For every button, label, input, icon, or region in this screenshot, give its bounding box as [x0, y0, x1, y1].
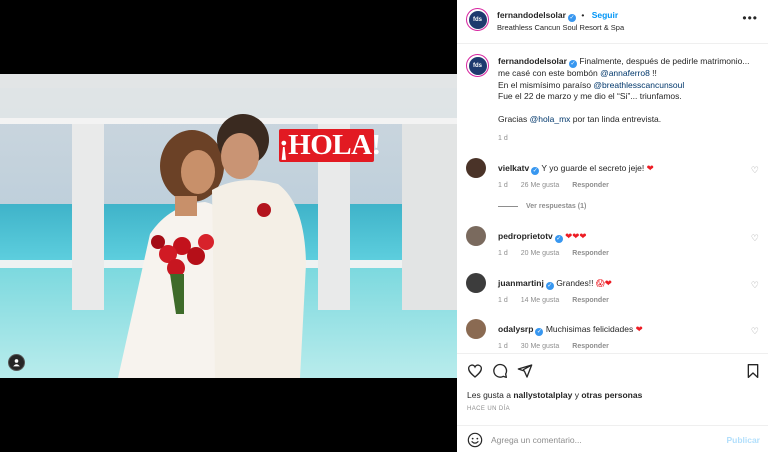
reply-button[interactable]: Responder: [572, 250, 609, 257]
reply-button[interactable]: Responder: [572, 182, 609, 189]
comment-input[interactable]: [491, 431, 711, 449]
comment-item: juanmartinj ✓ Grandes!! 😱❤ 1 d 14 Me gusta…: [466, 273, 761, 309]
commenter-username[interactable]: juanmartinj: [498, 278, 544, 288]
caption-time: 1 d: [498, 135, 508, 142]
comment-meta: 1 d 14 Me gusta Responder: [498, 297, 622, 304]
bookmark-icon[interactable]: [745, 363, 761, 379]
share-icon[interactable]: [517, 363, 533, 379]
publish-button[interactable]: Publicar: [726, 435, 760, 445]
comment-text: juanmartinj ✓ Grandes!! 😱❤: [498, 278, 612, 290]
author-avatar[interactable]: fds: [466, 8, 489, 31]
caption-line4: Gracias: [498, 114, 530, 124]
more-options-icon[interactable]: •••: [742, 11, 758, 25]
comment-item: odalysrp ✓ Muchisimas felicidades ❤ 1 d 30…: [466, 319, 761, 355]
author-avatar-image: fds: [468, 10, 487, 29]
post-actions: Les gusta a nallystotalplay y otras pers…: [457, 353, 768, 452]
caption-avatar[interactable]: fds: [466, 54, 489, 77]
caption-line1-end: !!: [649, 68, 657, 78]
comment-emoji: 😱❤: [595, 278, 612, 288]
verified-badge-icon: ✓: [567, 14, 576, 22]
person-icon: [13, 359, 20, 367]
comment-emoji: ❤❤❤: [565, 231, 587, 241]
commenter-avatar[interactable]: [466, 273, 486, 293]
comment-item: pedroprietotv ✓ ❤❤❤ 1 d 20 Me gusta Respond…: [466, 226, 761, 262]
user-tag-icon[interactable]: [8, 354, 25, 371]
author-username[interactable]: fernandodelsolar: [497, 10, 566, 20]
liker-username[interactable]: nallystotalplay: [513, 390, 572, 400]
verified-badge-icon: ✓: [554, 235, 563, 243]
commenter-username[interactable]: odalysrp: [498, 324, 533, 334]
likes-prefix: Les gusta a: [467, 390, 514, 400]
caption-text: fernandodelsolar ✓ Finalmente, después de…: [498, 56, 760, 126]
view-replies-button[interactable]: Ver respuestas (1): [498, 203, 586, 210]
likes-middle: y: [572, 390, 582, 400]
commenter-username[interactable]: vielkatv: [498, 163, 529, 173]
caption-line2: En el mismísimo paraíso: [498, 79, 594, 90]
caption-avatar-image: fds: [468, 56, 487, 75]
comment-like-icon[interactable]: ♡: [751, 233, 759, 244]
smiley-icon[interactable]: [467, 432, 483, 448]
mention-link[interactable]: @hola_mx: [530, 114, 571, 124]
mention-link[interactable]: @annaferro8: [600, 68, 650, 78]
caption-username[interactable]: fernandodelsolar: [498, 56, 567, 66]
hola-magazine-logo: ¡HOLA!: [279, 129, 381, 162]
other-likers-link[interactable]: otras personas: [581, 390, 642, 400]
comment-icon[interactable]: [492, 363, 508, 379]
comment-meta: 1 d 30 Me gusta Responder: [498, 343, 622, 350]
post-timestamp: HACE UN DÍA: [467, 406, 511, 412]
comment-composer: Publicar: [457, 425, 768, 452]
comment-time: 1 d: [498, 182, 508, 189]
comment-like-icon[interactable]: ♡: [751, 326, 759, 337]
post-photo[interactable]: [0, 74, 457, 378]
verified-badge-icon: ✓: [545, 282, 554, 290]
heart-icon[interactable]: [467, 363, 483, 379]
comment-meta: 1 d 26 Me gusta Responder: [498, 182, 622, 189]
commenter-avatar[interactable]: [466, 226, 486, 246]
comment-body: Grandes!!: [556, 278, 596, 288]
reply-button[interactable]: Responder: [572, 297, 609, 304]
follow-button[interactable]: Seguir: [592, 10, 618, 20]
comment-body: Muchisimas felicidades: [545, 324, 636, 334]
wedding-photo: [0, 74, 457, 378]
commenter-avatar[interactable]: [466, 158, 486, 178]
post-detail-panel: fds fernandodelsolar ✓ • Seguir Breathles…: [457, 0, 768, 452]
comment-time: 1 d: [498, 297, 508, 304]
comment-body: Y yo guarde el secreto jeje!: [541, 163, 647, 173]
comment-item: vielkatv ✓ Y yo guarde el secreto jeje! ❤…: [466, 158, 761, 194]
reply-button[interactable]: Responder: [572, 343, 609, 350]
comment-time: 1 d: [498, 250, 508, 257]
comment-time: 1 d: [498, 343, 508, 350]
media-pane: ¡HOLA!: [0, 0, 457, 452]
caption-line3: Fue el 22 de marzo y me dio el “Si”... t…: [498, 91, 682, 101]
comment-meta: 1 d 20 Me gusta Responder: [498, 250, 622, 257]
comment-like-icon[interactable]: ♡: [751, 280, 759, 291]
commenter-username[interactable]: pedroprietotv: [498, 231, 553, 241]
verified-badge-icon: ✓: [531, 167, 540, 175]
comment-emoji: ❤: [646, 163, 654, 173]
comment-likes[interactable]: 20 Me gusta: [521, 250, 560, 257]
comment-likes[interactable]: 14 Me gusta: [521, 297, 560, 304]
comment-like-icon[interactable]: ♡: [751, 165, 759, 176]
comment-emoji: ❤: [635, 324, 643, 334]
likes-summary: Les gusta a nallystotalplay y otras pers…: [467, 390, 642, 400]
comment-text: vielkatv ✓ Y yo guarde el secreto jeje! ❤: [498, 163, 654, 175]
mention-link[interactable]: @breathlesscancunsoul: [593, 80, 684, 90]
author-line: fernandodelsolar ✓ • Seguir: [497, 10, 618, 22]
location-link[interactable]: Breathless Cancun Soul Resort & Spa: [497, 23, 624, 32]
commenter-avatar[interactable]: [466, 319, 486, 339]
post-header: fds fernandodelsolar ✓ • Seguir Breathles…: [457, 0, 768, 44]
comment-text: odalysrp ✓ Muchisimas felicidades ❤: [498, 324, 643, 336]
separator-dot: •: [581, 10, 585, 20]
verified-badge-icon: ✓: [568, 60, 577, 68]
comment-likes[interactable]: 26 Me gusta: [521, 182, 560, 189]
comment-text: pedroprietotv ✓ ❤❤❤: [498, 231, 587, 243]
comment-likes[interactable]: 30 Me gusta: [521, 343, 560, 350]
verified-badge-icon: ✓: [535, 328, 544, 336]
caption-line4-end: por tan linda entrevista.: [570, 114, 662, 124]
